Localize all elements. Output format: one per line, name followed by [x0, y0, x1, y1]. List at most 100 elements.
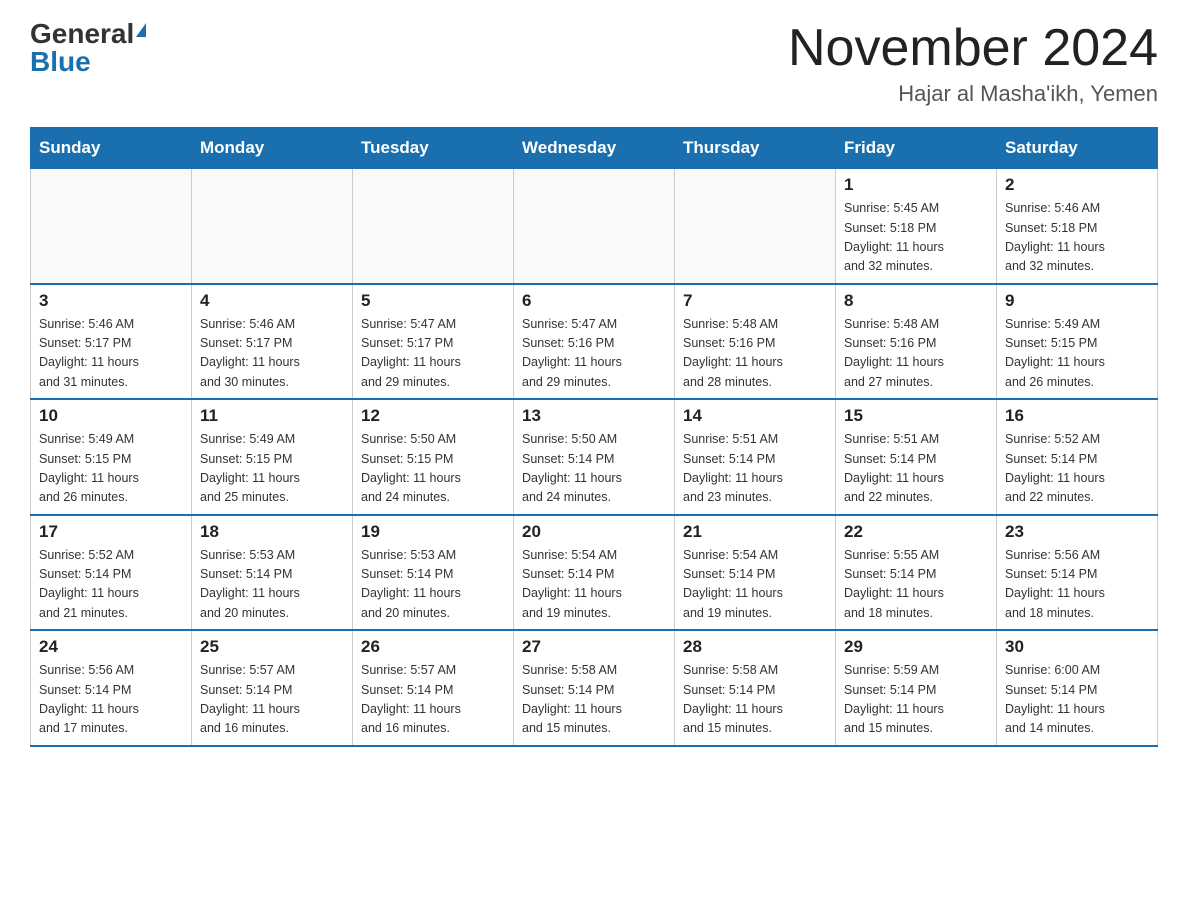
- location-title: Hajar al Masha'ikh, Yemen: [788, 81, 1158, 107]
- calendar-table: SundayMondayTuesdayWednesdayThursdayFrid…: [30, 127, 1158, 747]
- day-info: Sunrise: 5:49 AMSunset: 5:15 PMDaylight:…: [1005, 315, 1149, 393]
- calendar-day-cell: 12 Sunrise: 5:50 AMSunset: 5:15 PMDayligh…: [353, 399, 514, 515]
- calendar-header-row: SundayMondayTuesdayWednesdayThursdayFrid…: [31, 128, 1158, 169]
- day-number: 14: [683, 406, 827, 426]
- calendar-day-cell: 20Sunrise: 5:54 AMSunset: 5:14 PMDayligh…: [514, 515, 675, 631]
- day-number: 1: [844, 175, 988, 195]
- calendar-day-cell: 19 Sunrise: 5:53 AMSunset: 5:14 PMDayligh…: [353, 515, 514, 631]
- day-number: 4: [200, 291, 344, 311]
- calendar-week-row: 17 Sunrise: 5:52 AMSunset: 5:14 PMDayligh…: [31, 515, 1158, 631]
- day-number: 25: [200, 637, 344, 657]
- calendar-header-wednesday: Wednesday: [514, 128, 675, 169]
- day-info: Sunrise: 5:53 AMSunset: 5:14 PMDaylight:…: [361, 546, 505, 624]
- calendar-day-cell: 27 Sunrise: 5:58 AMSunset: 5:14 PMDayligh…: [514, 630, 675, 746]
- calendar-day-cell: 7 Sunrise: 5:48 AMSunset: 5:16 PMDaylight…: [675, 284, 836, 400]
- day-info: Sunrise: 5:57 AMSunset: 5:14 PMDaylight:…: [361, 661, 505, 739]
- calendar-day-cell: 10 Sunrise: 5:49 AMSunset: 5:15 PMDayligh…: [31, 399, 192, 515]
- title-block: November 2024 Hajar al Masha'ikh, Yemen: [788, 20, 1158, 107]
- day-number: 10: [39, 406, 183, 426]
- calendar-day-cell: 13 Sunrise: 5:50 AMSunset: 5:14 PMDayligh…: [514, 399, 675, 515]
- calendar-day-cell: 2Sunrise: 5:46 AMSunset: 5:18 PMDaylight…: [997, 169, 1158, 284]
- day-number: 24: [39, 637, 183, 657]
- day-info: Sunrise: 5:49 AMSunset: 5:15 PMDaylight:…: [200, 430, 344, 508]
- logo: General Blue: [30, 20, 146, 76]
- calendar-day-cell: 21 Sunrise: 5:54 AMSunset: 5:14 PMDayligh…: [675, 515, 836, 631]
- logo-triangle-icon: [136, 23, 146, 37]
- calendar-day-cell: 25 Sunrise: 5:57 AMSunset: 5:14 PMDayligh…: [192, 630, 353, 746]
- calendar-day-cell: 24 Sunrise: 5:56 AMSunset: 5:14 PMDayligh…: [31, 630, 192, 746]
- day-number: 5: [361, 291, 505, 311]
- calendar-day-cell: 6Sunrise: 5:47 AMSunset: 5:16 PMDaylight…: [514, 284, 675, 400]
- day-number: 13: [522, 406, 666, 426]
- day-number: 7: [683, 291, 827, 311]
- day-number: 28: [683, 637, 827, 657]
- day-info: Sunrise: 5:55 AMSunset: 5:14 PMDaylight:…: [844, 546, 988, 624]
- calendar-week-row: 3 Sunrise: 5:46 AMSunset: 5:17 PMDaylight…: [31, 284, 1158, 400]
- calendar-day-cell: 4Sunrise: 5:46 AMSunset: 5:17 PMDaylight…: [192, 284, 353, 400]
- calendar-day-cell: 5Sunrise: 5:47 AMSunset: 5:17 PMDaylight…: [353, 284, 514, 400]
- day-number: 15: [844, 406, 988, 426]
- day-number: 27: [522, 637, 666, 657]
- day-number: 30: [1005, 637, 1149, 657]
- day-number: 11: [200, 406, 344, 426]
- calendar-day-cell: [675, 169, 836, 284]
- day-info: Sunrise: 5:45 AMSunset: 5:18 PMDaylight:…: [844, 199, 988, 277]
- calendar-day-cell: 18 Sunrise: 5:53 AMSunset: 5:14 PMDayligh…: [192, 515, 353, 631]
- day-info: Sunrise: 5:46 AMSunset: 5:17 PMDaylight:…: [39, 315, 183, 393]
- day-info: Sunrise: 5:53 AMSunset: 5:14 PMDaylight:…: [200, 546, 344, 624]
- calendar-day-cell: [31, 169, 192, 284]
- day-info: Sunrise: 5:50 AMSunset: 5:15 PMDaylight:…: [361, 430, 505, 508]
- calendar-day-cell: 28 Sunrise: 5:58 AMSunset: 5:14 PMDayligh…: [675, 630, 836, 746]
- month-title: November 2024: [788, 20, 1158, 77]
- day-info: Sunrise: 5:57 AMSunset: 5:14 PMDaylight:…: [200, 661, 344, 739]
- day-number: 8: [844, 291, 988, 311]
- day-number: 18: [200, 522, 344, 542]
- day-info: Sunrise: 5:54 AMSunset: 5:14 PMDaylight:…: [683, 546, 827, 624]
- day-number: 26: [361, 637, 505, 657]
- calendar-header-thursday: Thursday: [675, 128, 836, 169]
- calendar-header-sunday: Sunday: [31, 128, 192, 169]
- calendar-day-cell: [514, 169, 675, 284]
- day-info: Sunrise: 6:00 AMSunset: 5:14 PMDaylight:…: [1005, 661, 1149, 739]
- day-info: Sunrise: 5:59 AMSunset: 5:14 PMDaylight:…: [844, 661, 988, 739]
- calendar-day-cell: 29 Sunrise: 5:59 AMSunset: 5:14 PMDayligh…: [836, 630, 997, 746]
- day-number: 3: [39, 291, 183, 311]
- calendar-day-cell: 9Sunrise: 5:49 AMSunset: 5:15 PMDaylight…: [997, 284, 1158, 400]
- calendar-day-cell: 23Sunrise: 5:56 AMSunset: 5:14 PMDayligh…: [997, 515, 1158, 631]
- day-number: 6: [522, 291, 666, 311]
- day-number: 17: [39, 522, 183, 542]
- day-number: 22: [844, 522, 988, 542]
- day-info: Sunrise: 5:50 AMSunset: 5:14 PMDaylight:…: [522, 430, 666, 508]
- day-number: 19: [361, 522, 505, 542]
- day-number: 20: [522, 522, 666, 542]
- calendar-week-row: 24 Sunrise: 5:56 AMSunset: 5:14 PMDayligh…: [31, 630, 1158, 746]
- day-info: Sunrise: 5:48 AMSunset: 5:16 PMDaylight:…: [844, 315, 988, 393]
- logo-blue-text: Blue: [30, 48, 91, 76]
- calendar-day-cell: 15 Sunrise: 5:51 AMSunset: 5:14 PMDayligh…: [836, 399, 997, 515]
- day-number: 21: [683, 522, 827, 542]
- calendar-day-cell: 1 Sunrise: 5:45 AMSunset: 5:18 PMDaylight…: [836, 169, 997, 284]
- calendar-day-cell: 8 Sunrise: 5:48 AMSunset: 5:16 PMDaylight…: [836, 284, 997, 400]
- day-info: Sunrise: 5:58 AMSunset: 5:14 PMDaylight:…: [522, 661, 666, 739]
- day-info: Sunrise: 5:58 AMSunset: 5:14 PMDaylight:…: [683, 661, 827, 739]
- calendar-header-tuesday: Tuesday: [353, 128, 514, 169]
- day-info: Sunrise: 5:48 AMSunset: 5:16 PMDaylight:…: [683, 315, 827, 393]
- calendar-header-saturday: Saturday: [997, 128, 1158, 169]
- day-number: 23: [1005, 522, 1149, 542]
- calendar-day-cell: 11 Sunrise: 5:49 AMSunset: 5:15 PMDayligh…: [192, 399, 353, 515]
- calendar-day-cell: 17 Sunrise: 5:52 AMSunset: 5:14 PMDayligh…: [31, 515, 192, 631]
- day-info: Sunrise: 5:49 AMSunset: 5:15 PMDaylight:…: [39, 430, 183, 508]
- calendar-week-row: 1 Sunrise: 5:45 AMSunset: 5:18 PMDaylight…: [31, 169, 1158, 284]
- day-info: Sunrise: 5:56 AMSunset: 5:14 PMDaylight:…: [39, 661, 183, 739]
- calendar-day-cell: 26 Sunrise: 5:57 AMSunset: 5:14 PMDayligh…: [353, 630, 514, 746]
- logo-general-text: General: [30, 20, 134, 48]
- day-number: 12: [361, 406, 505, 426]
- day-number: 29: [844, 637, 988, 657]
- day-info: Sunrise: 5:52 AMSunset: 5:14 PMDaylight:…: [39, 546, 183, 624]
- day-number: 16: [1005, 406, 1149, 426]
- calendar-day-cell: [192, 169, 353, 284]
- day-info: Sunrise: 5:51 AMSunset: 5:14 PMDaylight:…: [844, 430, 988, 508]
- calendar-day-cell: 3 Sunrise: 5:46 AMSunset: 5:17 PMDaylight…: [31, 284, 192, 400]
- day-info: Sunrise: 5:51 AMSunset: 5:14 PMDaylight:…: [683, 430, 827, 508]
- calendar-header-monday: Monday: [192, 128, 353, 169]
